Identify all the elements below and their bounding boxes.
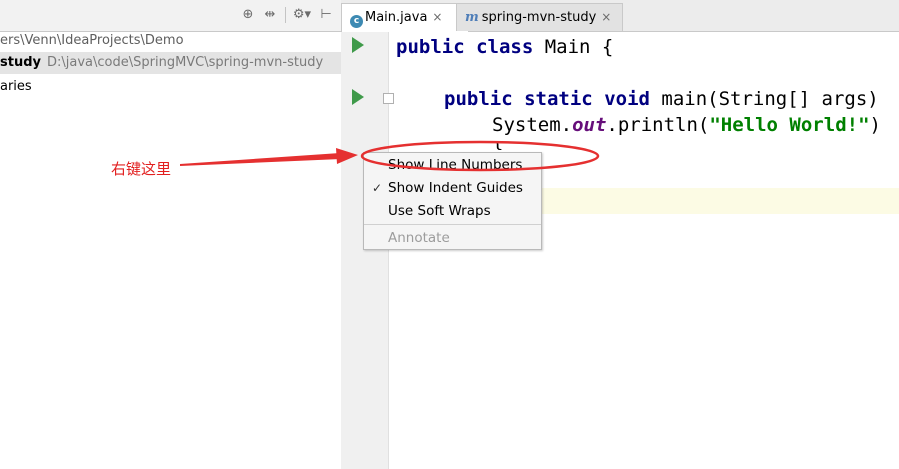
keyword: public	[396, 36, 465, 58]
code-line-close-brace: }	[492, 136, 503, 150]
tree-row-libraries[interactable]: aries	[0, 76, 32, 98]
code-text: }	[492, 138, 504, 150]
run-icon[interactable]	[352, 37, 364, 53]
code-line-println: System.out.println("Hello World!")	[492, 112, 881, 138]
string-literal: "Hello World!"	[709, 114, 870, 136]
module-path: D:\java\code\SpringMVC\spring-mvn-study	[47, 55, 324, 70]
tree-row-project-path[interactable]: ers\Venn\IdeaProjects\Demo	[0, 30, 184, 52]
editor-gutter[interactable]	[341, 32, 389, 469]
toolbar-separator	[285, 7, 286, 23]
menu-item-use-soft-wraps[interactable]: Use Soft Wraps	[388, 200, 491, 222]
code-line-main: public static void main(String[] args)	[444, 86, 879, 112]
editor-tab-bar: c Main.java × m spring-mvn-study ×	[341, 0, 899, 32]
annotation-label: 右键这里	[111, 160, 172, 178]
code-editor[interactable]: public class Main { public static void m…	[341, 32, 899, 469]
project-toolbar: ⊕ ⇹ ⚙▾ ⊢	[0, 0, 341, 32]
static-field: out	[572, 114, 607, 136]
close-icon[interactable]: ×	[432, 10, 442, 24]
tab-main-java[interactable]: c Main.java ×	[341, 3, 469, 32]
maven-icon: m	[465, 10, 479, 25]
check-icon: ✓	[372, 181, 383, 195]
keyword: static	[524, 88, 593, 110]
tab-label: Main.java	[365, 10, 428, 25]
java-class-icon: c	[350, 15, 363, 28]
code-text: )	[869, 114, 881, 136]
menu-item-show-indent-guides[interactable]: Show Indent Guides	[388, 177, 523, 199]
gear-icon[interactable]: ⚙▾	[291, 7, 313, 23]
close-icon[interactable]: ×	[601, 10, 611, 24]
tab-label: spring-mvn-study	[481, 10, 597, 25]
menu-item-annotate: Annotate	[388, 230, 450, 246]
menu-separator	[364, 224, 541, 225]
fold-marker-icon[interactable]	[383, 93, 394, 104]
menu-item-show-line-numbers[interactable]: Show Line Numbers	[388, 154, 522, 176]
code-text: Main {	[533, 36, 614, 58]
tree-row-module[interactable]: study D:\java\code\SpringMVC\spring-mvn-s…	[0, 52, 341, 74]
project-path-label: ers\Venn\IdeaProjects\Demo	[0, 33, 184, 48]
code-text: System.	[492, 114, 573, 136]
target-icon[interactable]: ⊕	[240, 7, 256, 23]
gutter-context-menu: Show Line Numbers ✓ Show Indent Guides U…	[363, 152, 542, 250]
code-line-class: public class Main {	[396, 34, 613, 60]
libraries-label: aries	[0, 79, 32, 94]
keyword: public	[444, 88, 513, 110]
code-text: main(String[] args)	[649, 88, 879, 110]
pin-icon[interactable]: ⊢	[318, 7, 334, 23]
keyword: class	[476, 36, 534, 58]
keyword: void	[604, 88, 650, 110]
module-name: study	[0, 55, 41, 70]
run-icon[interactable]	[352, 89, 364, 105]
code-text: .println(	[606, 114, 710, 136]
collapse-icon[interactable]: ⇹	[262, 7, 278, 23]
tab-spring-mvn-study[interactable]: m spring-mvn-study ×	[456, 3, 623, 31]
project-panel: ⊕ ⇹ ⚙▾ ⊢ ers\Venn\IdeaProjects\Demo stud…	[0, 0, 342, 469]
